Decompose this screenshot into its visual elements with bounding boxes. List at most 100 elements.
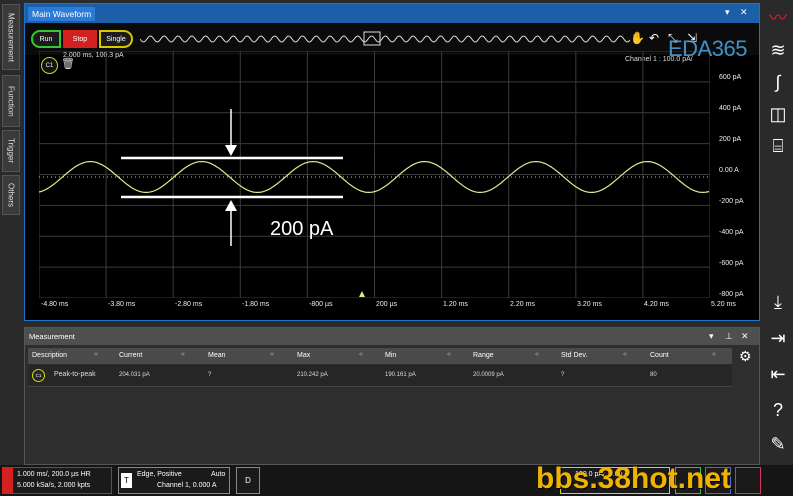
collapse-chevron-icon[interactable]: « [181,351,185,358]
layout-icon[interactable]: ◫ [766,104,790,125]
cell-description: Peak-to-peak [54,371,96,378]
trigger-icon: T [121,473,132,488]
waveform-overview[interactable] [140,31,630,47]
x-tick-label: 4.20 ms [644,301,669,308]
y-tick-label: 600 pA [719,74,742,81]
watermark-bottom: bbs.38hot.net [536,462,732,495]
x-tick-label: -4.80 ms [41,301,69,308]
y-tick-label: -600 pA [719,260,744,267]
close-icon[interactable]: ✕ [741,331,749,342]
collapse-chevron-icon[interactable]: « [712,351,716,358]
keysight-logo-icon: 〰 [769,8,787,28]
single-button[interactable]: Single [99,30,133,48]
tab-measurement-label: Measurement [6,12,16,62]
waveform-plot[interactable] [39,51,710,298]
x-tick-label: -1.80 ms [242,301,270,308]
y-tick-label: 0.00 A [719,167,739,174]
overview-window[interactable] [363,31,381,46]
y-tick-label: -200 pA [719,198,744,205]
collapse-chevron-icon[interactable]: « [94,351,98,358]
pin-icon[interactable]: ⊥ [725,331,733,342]
x-tick-label: 200 µs [376,301,398,308]
gear-icon[interactable]: ⚙ [739,348,752,365]
collapse-chevron-icon[interactable]: « [270,351,274,358]
cell-count: 80 [650,372,657,378]
channel-4-status[interactable] [735,467,761,494]
cell-mean: ? [208,372,212,378]
column-header[interactable]: Min [385,352,396,359]
column-header[interactable]: Std Dev. [561,352,587,359]
x-tick-label: -2.80 ms [175,301,203,308]
column-header[interactable]: Max [297,352,310,359]
hand-icon[interactable]: ✋ [630,31,645,45]
left-tab-bar: Measurement Function Trigger Others [0,0,22,470]
column-header[interactable]: Mean [208,352,226,359]
import-icon[interactable]: ⇥ [766,328,790,349]
undo-icon[interactable]: ↶ [649,31,659,45]
collapse-chevron-icon[interactable]: « [535,351,539,358]
waveform-settings-icon[interactable]: ≋ [766,40,790,61]
annotation-label: 200 pA [270,218,334,240]
y-tick-label: 400 pA [719,105,742,112]
tab-trigger[interactable]: Trigger [2,130,20,172]
right-toolbar: 〰 ≋ ∫ ◫ ⌸ ⤓ ⇥ ⇤ ? ✎ [762,0,793,470]
column-header[interactable]: Current [119,352,142,359]
analysis-icon[interactable]: ⌸ [766,136,790,157]
trig-line-1: Edge, Positive [137,471,182,478]
export-icon[interactable]: ⇤ [766,364,790,385]
tab-others[interactable]: Others [2,175,20,215]
column-header[interactable]: Description [32,352,67,359]
x-tick-label: -800 µs [309,301,333,308]
collapse-chevron-icon[interactable]: « [447,351,451,358]
measurement-titlebar: Measurement ▾ ⊥ ✕ [25,328,759,345]
help-icon[interactable]: ? [766,400,790,421]
math-function-icon[interactable]: ∫ [766,72,790,93]
chevron-down-icon[interactable]: ▾ [709,331,714,342]
cell-std-dev: ? [561,372,565,378]
trig-line-2: Channel 1, 0.000 A [157,482,217,489]
y-tick-label: -400 pA [719,229,744,236]
tab-others-label: Others [6,182,16,207]
trigger-position-marker [359,291,365,297]
acq-line-1: 1.000 ms/, 200.0 µs HR [17,471,91,478]
run-button[interactable]: Run [31,30,61,48]
chevron-down-icon[interactable]: ▾ [725,7,730,18]
save-icon[interactable]: ⤓ [766,292,790,313]
trigger-status[interactable]: T Edge, Positive Auto Channel 1, 0.000 A [118,467,230,494]
waveform-titlebar: Main Waveform ▾ ✕ [25,4,759,23]
trig-mode: Auto [211,471,226,478]
cell-current: 204.031 pA [119,372,150,378]
column-header[interactable]: Count [650,352,669,359]
cell-max: 210.242 pA [297,372,328,378]
table-row[interactable]: C1 Peak-to-peak 204.031 pA ? 210.242 pA … [28,365,732,387]
main-waveform-window: Main Waveform ▾ ✕ Run Stop Single ✋ ↶ ⤡ … [24,3,760,321]
tools-icon[interactable]: ✎ [766,434,790,455]
collapse-chevron-icon[interactable]: « [623,351,627,358]
measurement-table-header: Description « Current « Mean « Max « Min « Range « S… [28,348,732,364]
x-tick-label: -3.80 ms [108,301,136,308]
annotation-arrowhead-down [225,145,237,156]
cell-range: 20.0009 pA [473,372,504,378]
x-tick-label: 2.20 ms [510,301,535,308]
x-tick-label: 1.20 ms [443,301,468,308]
tab-measurement[interactable]: Measurement [2,4,20,70]
measurement-panel: Measurement ▾ ⊥ ✕ Description « Current « Me… [24,327,760,465]
digital-channel-button[interactable]: D [236,467,260,494]
row-channel-badge: C1 [32,369,45,382]
close-icon[interactable]: ✕ [740,7,748,18]
acquisition-indicator [3,468,13,493]
measurement-title: Measurement [29,332,75,341]
watermark-top: EDA365 [668,36,747,61]
y-tick-label: -800 pA [719,291,744,298]
acquisition-status[interactable]: 1.000 ms/, 200.0 µs HR 5.000 kSa/s, 2.00… [2,467,112,494]
acq-line-2: 5.000 kSa/s, 2.000 kpts [17,482,91,489]
tab-function[interactable]: Function [2,75,20,127]
collapse-chevron-icon[interactable]: « [359,351,363,358]
waveform-title: Main Waveform [28,7,96,21]
x-tick-label: 3.20 ms [577,301,602,308]
stop-button[interactable]: Stop [63,30,97,48]
plot-grid [39,51,710,298]
column-header[interactable]: Range [473,352,494,359]
cell-min: 190.161 pA [385,372,416,378]
tab-trigger-label: Trigger [6,138,16,164]
